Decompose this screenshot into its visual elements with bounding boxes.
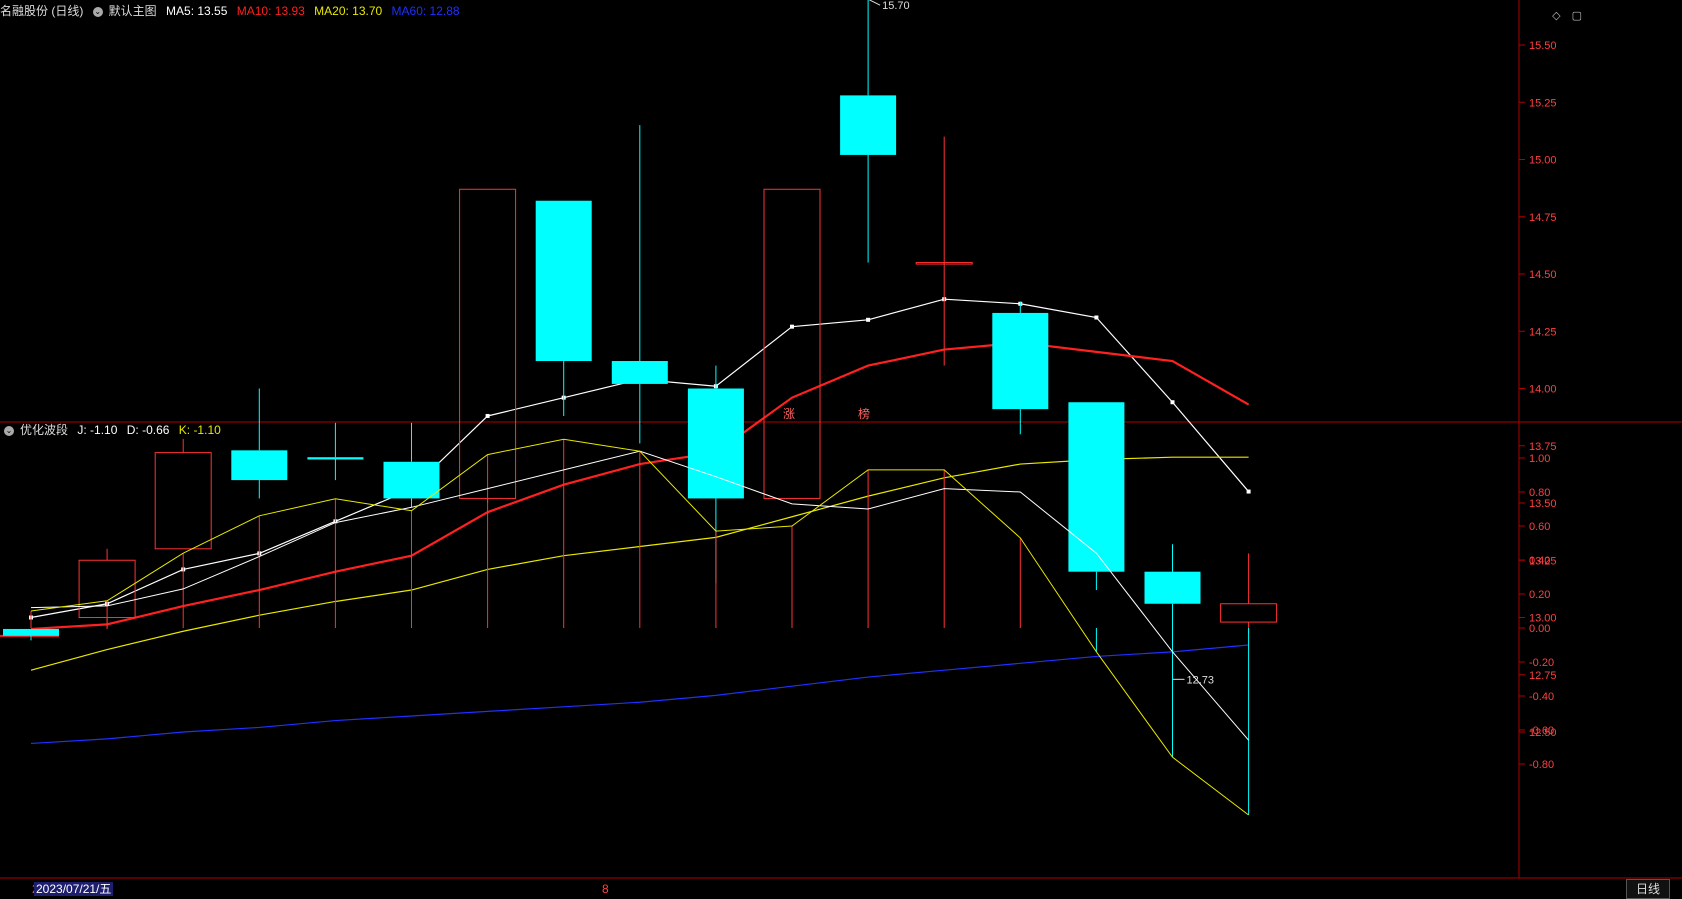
ranking-tag: 榜 — [858, 407, 871, 421]
date-cursor-label: 2023/07/21/五 — [34, 882, 114, 896]
ma5-point — [1246, 489, 1251, 494]
y-tick-label: 15.50 — [1529, 40, 1557, 52]
template-name[interactable]: 默认主图 — [109, 4, 157, 18]
y-tick-label: 14.00 — [1529, 384, 1557, 396]
stock-name[interactable]: 名融股份 (日线) — [0, 4, 83, 18]
candle-body-down — [383, 461, 440, 499]
candle-body-down — [992, 312, 1049, 410]
y-tick-label: 15.00 — [1529, 155, 1557, 167]
sub-y-tick-label: 1.00 — [1529, 453, 1550, 465]
ma10-label: MA10: 13.93 — [236, 4, 305, 18]
high-pointer — [868, 0, 881, 6]
date-axis-mark: 8 — [602, 882, 609, 896]
candle-body-down — [1068, 402, 1125, 572]
y-tick-label: 13.75 — [1529, 441, 1557, 453]
chevron-down-icon[interactable]: ⌄ — [92, 6, 103, 17]
sub-y-tick-label: -0.20 — [1529, 657, 1554, 669]
candle-body-down — [535, 200, 592, 362]
candle-body-down — [1144, 571, 1201, 604]
ma5-point — [790, 324, 794, 329]
y-tick-label: 15.25 — [1529, 97, 1557, 109]
candle-body-down — [3, 628, 59, 636]
sub-y-tick-label: 0.00 — [1529, 623, 1550, 635]
limit-up-tag: 涨 — [783, 407, 796, 421]
ma5-point — [1094, 315, 1099, 320]
ma-line-ma60 — [30, 644, 1249, 745]
j-label: J: -1.10 — [77, 423, 118, 437]
ma5-point — [1170, 400, 1175, 405]
candle-body-up — [154, 452, 212, 550]
y-tick-label: 14.75 — [1529, 212, 1557, 224]
sub-y-tick-label: -0.80 — [1529, 759, 1554, 771]
y-tick-label: 12.75 — [1529, 670, 1557, 682]
ma20-label: MA20: 13.70 — [314, 4, 383, 18]
chart-toolbar: ◇ ▢ — [1544, 9, 1582, 22]
d-label: D: -0.66 — [126, 423, 170, 437]
sub-y-tick-label: 0.60 — [1529, 521, 1550, 533]
ma5-point — [866, 317, 871, 322]
candle-body-down — [840, 95, 897, 155]
sub-y-tick-label: -0.60 — [1529, 725, 1554, 737]
high-price-label: 15.70 — [882, 0, 910, 12]
period-daily-button[interactable]: 日线 — [1626, 879, 1670, 899]
ma5-point — [485, 413, 490, 418]
kline-chart[interactable]: 15.50 15.25 15.00 14.75 14.50 14.25 14.00 13.75… — [0, 0, 1682, 899]
indicator-bars — [30, 439, 1250, 815]
candle-body-up — [1220, 603, 1278, 623]
square-icon[interactable]: ▢ — [1572, 10, 1582, 22]
ma60-label: MA60: 12.88 — [391, 4, 460, 18]
sub-y-tick-label: 0.20 — [1529, 589, 1550, 601]
main-chart-header: 名融股份 (日线) ⌄ 默认主图 MA5: 13.55 MA10: 13.93 M… — [0, 1, 466, 21]
sub-chart-header: ⌄ 优化波段 J: -1.10 D: -0.66 K: -1.10 — [0, 420, 227, 440]
y-tick-label: 14.50 — [1529, 269, 1557, 281]
ma5-label: MA5: 13.55 — [166, 4, 228, 18]
indicator-name[interactable]: 优化波段 — [20, 423, 68, 437]
k-label: K: -1.10 — [178, 423, 221, 437]
y-tick-label: 13.50 — [1529, 498, 1557, 510]
sub-y-tick-label: -0.40 — [1529, 691, 1554, 703]
candle-body-up — [459, 188, 517, 499]
chevron-down-icon[interactable]: ⌄ — [4, 425, 14, 436]
diamond-icon[interactable]: ◇ — [1552, 10, 1560, 22]
candle-body-down — [307, 457, 364, 460]
candle-body-down — [231, 450, 288, 481]
candle-body-down — [687, 388, 744, 499]
y-tick-label: 14.25 — [1529, 326, 1557, 338]
candle-body-up — [763, 188, 821, 499]
candle-body-down — [611, 361, 668, 384]
sub-y-tick-label: 0.40 — [1529, 555, 1550, 567]
sub-y-tick-label: 0.80 — [1529, 487, 1550, 499]
